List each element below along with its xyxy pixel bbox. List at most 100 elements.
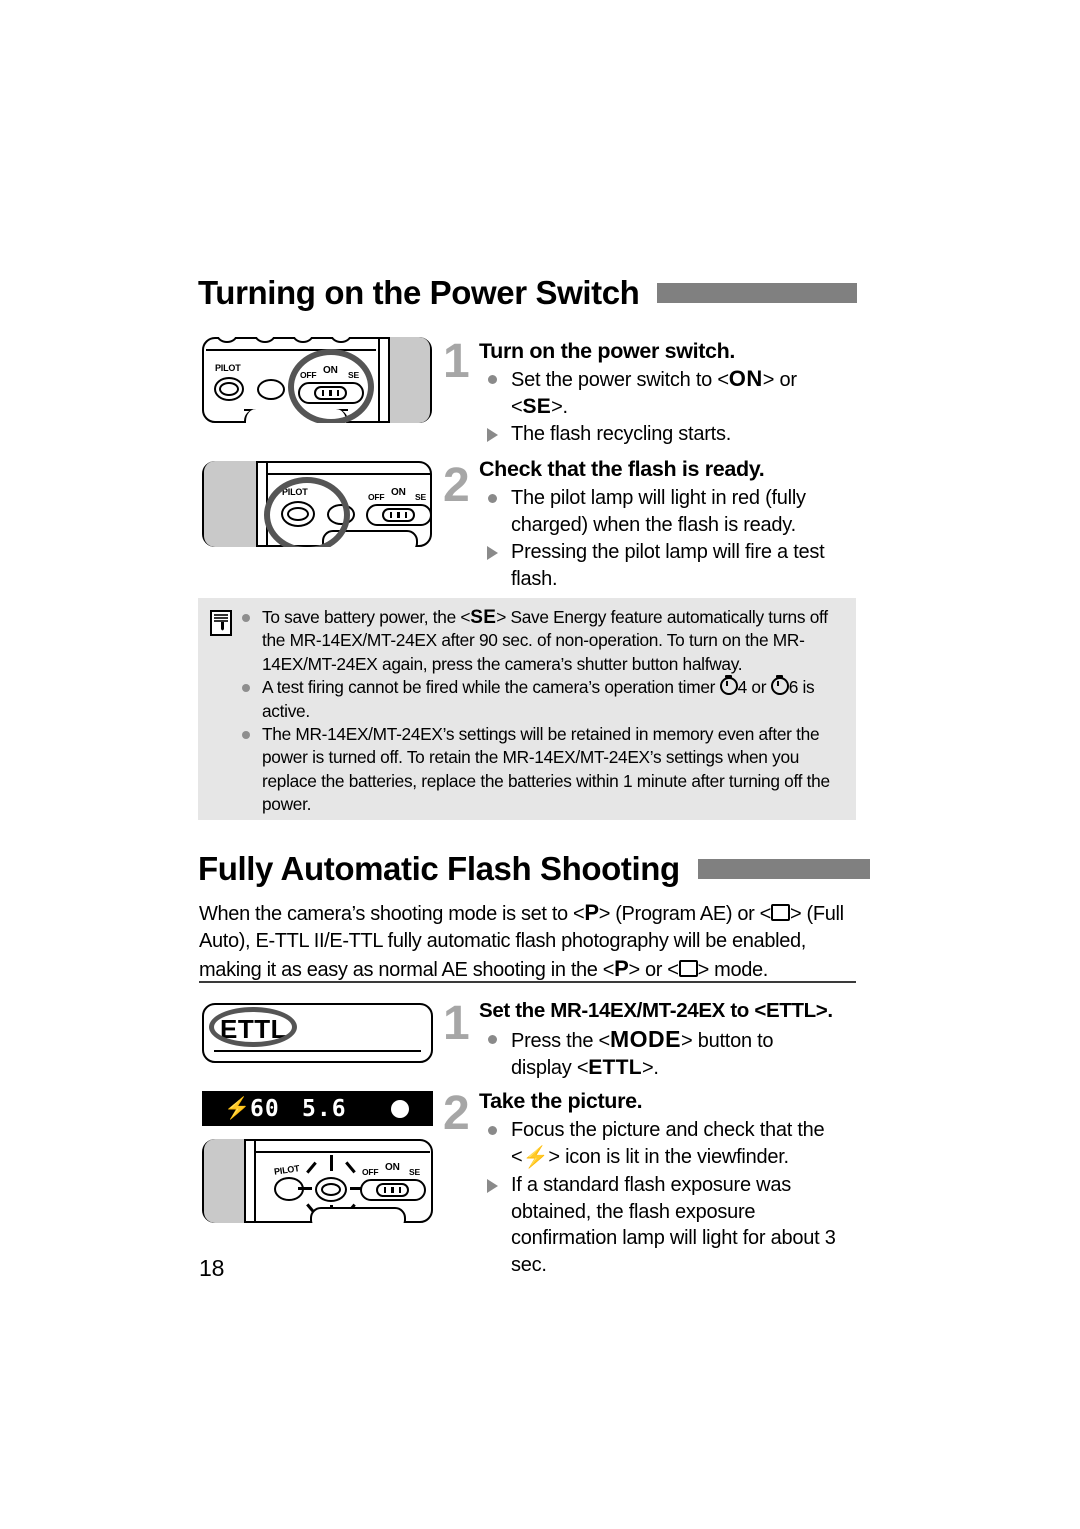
timer-value-1: 4 — [737, 677, 748, 698]
mode-button-icon: MODE — [609, 1026, 681, 1052]
light-ray-up — [330, 1155, 333, 1171]
body-lower-notch — [322, 530, 418, 547]
step-body-1-lower: Press the <MODE> button to display <ETTL… — [483, 1026, 861, 1082]
bullet-test-flash: Pressing the pilot lamp will fire a test… — [483, 539, 861, 592]
confirmation-lamp-inner — [321, 1183, 341, 1196]
bullet-press-mode: Press the <MODE> button to display <ETTL… — [483, 1026, 861, 1081]
illustration-pilot-lamp: PILOT OFF ON SE — [202, 461, 432, 547]
step-title-2-lower: Take the picture. — [479, 1089, 643, 1113]
bullet-dot-icon — [488, 494, 497, 503]
power-switch-slider[interactable] — [376, 1183, 409, 1197]
bullet-dot-icon — [242, 684, 250, 693]
bullet-text: Pressing the pilot lamp will fire a test… — [511, 541, 825, 590]
body-seam — [268, 473, 430, 475]
note-item-settings-retained: The MR-14EX/MT-24EX’s settings will be r… — [238, 723, 838, 817]
bullet-dot-icon — [488, 1126, 497, 1135]
full-auto-icon-2 — [678, 960, 698, 977]
switch-label-on: ON — [391, 487, 406, 498]
body-edge-line-2 — [378, 339, 380, 421]
page-number: 18 — [199, 1255, 225, 1281]
full-auto-icon — [771, 904, 790, 921]
pilot-lamp-button[interactable] — [281, 501, 315, 527]
pilot-lamp-button — [214, 377, 244, 401]
power-switch-slider[interactable] — [382, 508, 415, 522]
step-title-1: Turn on the power switch. — [479, 339, 736, 363]
timer-icon-2 — [770, 675, 789, 696]
power-switch[interactable] — [360, 1179, 426, 1201]
step-body-2-lower: Focus the picture and check that the <⚡>… — [483, 1117, 861, 1279]
body-edge-line — [244, 1141, 246, 1221]
step-number-1-lower: 1 — [443, 997, 470, 1050]
note-text: The MR-14EX/MT-24EX’s settings will be r… — [262, 724, 830, 815]
confirmation-lamp — [315, 1177, 347, 1202]
switch-label-se: SE — [415, 492, 426, 502]
note-item-save-energy: To save battery power, the <SE> Save Ene… — [238, 606, 838, 676]
body-edge-line — [388, 339, 390, 421]
note-item-test-firing: A test firing cannot be fired while the … — [238, 675, 838, 723]
section-divider — [199, 981, 856, 983]
bullet-text: The pilot lamp will light in red (fully … — [511, 487, 806, 536]
bullet-text-pre: Focus the picture and check that the — [511, 1119, 825, 1141]
step-title-1-lower: Set the MR-14EX/MT-24EX to <ETTL>. — [479, 999, 833, 1022]
arrow-triangle-icon — [487, 428, 498, 442]
illustration-power-switch: PILOT OFF ON SE — [202, 337, 432, 423]
timer-value-2: 6 — [788, 677, 799, 698]
bullet-text-line2post: > icon is lit in the viewfinder. — [548, 1145, 789, 1168]
power-switch-slider[interactable] — [314, 386, 347, 400]
arrow-triangle-icon — [487, 1179, 498, 1193]
note-list: To save battery power, the <SE> Save Ene… — [238, 606, 838, 817]
switch-label-se: SE — [348, 370, 359, 380]
secondary-button — [327, 504, 355, 525]
body-lower-notch — [244, 409, 348, 423]
bullet-text-mid: > or — [762, 369, 797, 391]
light-ray-left — [298, 1187, 312, 1190]
power-switch[interactable] — [298, 382, 364, 404]
step-body-1: Set the power switch to <ON> or <SE>. Th… — [483, 366, 858, 449]
intro-text-1: When the camera’s shooting mode is set t… — [199, 903, 585, 925]
bullet-text-line2post: >. — [551, 395, 568, 418]
step-number-2-lower: 2 — [443, 1087, 470, 1140]
bullet-set-power-switch: Set the power switch to <ON> or <SE>. — [483, 366, 858, 420]
intro-paragraph: When the camera’s shooting mode is set t… — [199, 899, 857, 984]
bullet-text-line2pre: display < — [511, 1056, 589, 1079]
body-seam — [206, 349, 376, 351]
body-shading — [204, 1139, 244, 1223]
switch-label-off: OFF — [368, 492, 385, 502]
power-switch[interactable] — [366, 504, 432, 526]
aperture-value: 5.6 — [302, 1096, 347, 1122]
flash-bolt-icon: ⚡ — [224, 1096, 251, 1120]
section-heading-flash-shooting: Fully Automatic Flash Shooting — [198, 852, 870, 885]
note-text-pre: To save battery power, the < — [262, 607, 471, 627]
pilot-label: PILOT — [215, 363, 241, 373]
bullet-text: If a standard flash exposure was obtaine… — [511, 1174, 836, 1276]
bullet-text-line2post: >. — [641, 1056, 659, 1079]
body-edge-line — [256, 463, 258, 545]
bullet-text-line2pre: < — [511, 1145, 523, 1168]
switch-label-on: ON — [323, 365, 338, 376]
ettl-icon: ETTL — [588, 1055, 642, 1079]
section-heading-power-switch: Turning on the Power Switch — [198, 276, 858, 309]
heading-bar — [657, 282, 858, 303]
section-title: Fully Automatic Flash Shooting — [198, 850, 680, 887]
bullet-dot-icon — [488, 1035, 497, 1044]
se-icon: SE — [522, 394, 552, 418]
bullet-focus-check-icon: Focus the picture and check that the <⚡>… — [483, 1117, 861, 1171]
flash-bolt-icon: ⚡ — [522, 1145, 549, 1169]
body-lower-notch — [310, 1207, 406, 1223]
bullet-text-pre: Press the < — [511, 1030, 610, 1052]
bullet-flash-recycling: The flash recycling starts. — [483, 421, 858, 448]
callout-oval-ettl — [209, 1007, 297, 1047]
step-title-2: Check that the flash is ready. — [479, 457, 765, 481]
program-ae-icon: P — [584, 900, 599, 925]
switch-label-se: SE — [409, 1167, 420, 1177]
on-icon: ON — [728, 366, 763, 391]
lcd-divider-line — [214, 1050, 421, 1052]
pilot-lamp-inner — [287, 507, 309, 521]
program-ae-icon-2: P — [614, 956, 629, 981]
intro-text-5: > mode. — [697, 959, 769, 981]
note-memo-icon — [210, 610, 232, 636]
secondary-button — [257, 379, 285, 400]
illustration-confirmation-lamp: PILOT OFF ON SE — [202, 1139, 433, 1223]
bullet-dot-icon — [242, 614, 250, 622]
arrow-triangle-icon — [487, 546, 498, 560]
